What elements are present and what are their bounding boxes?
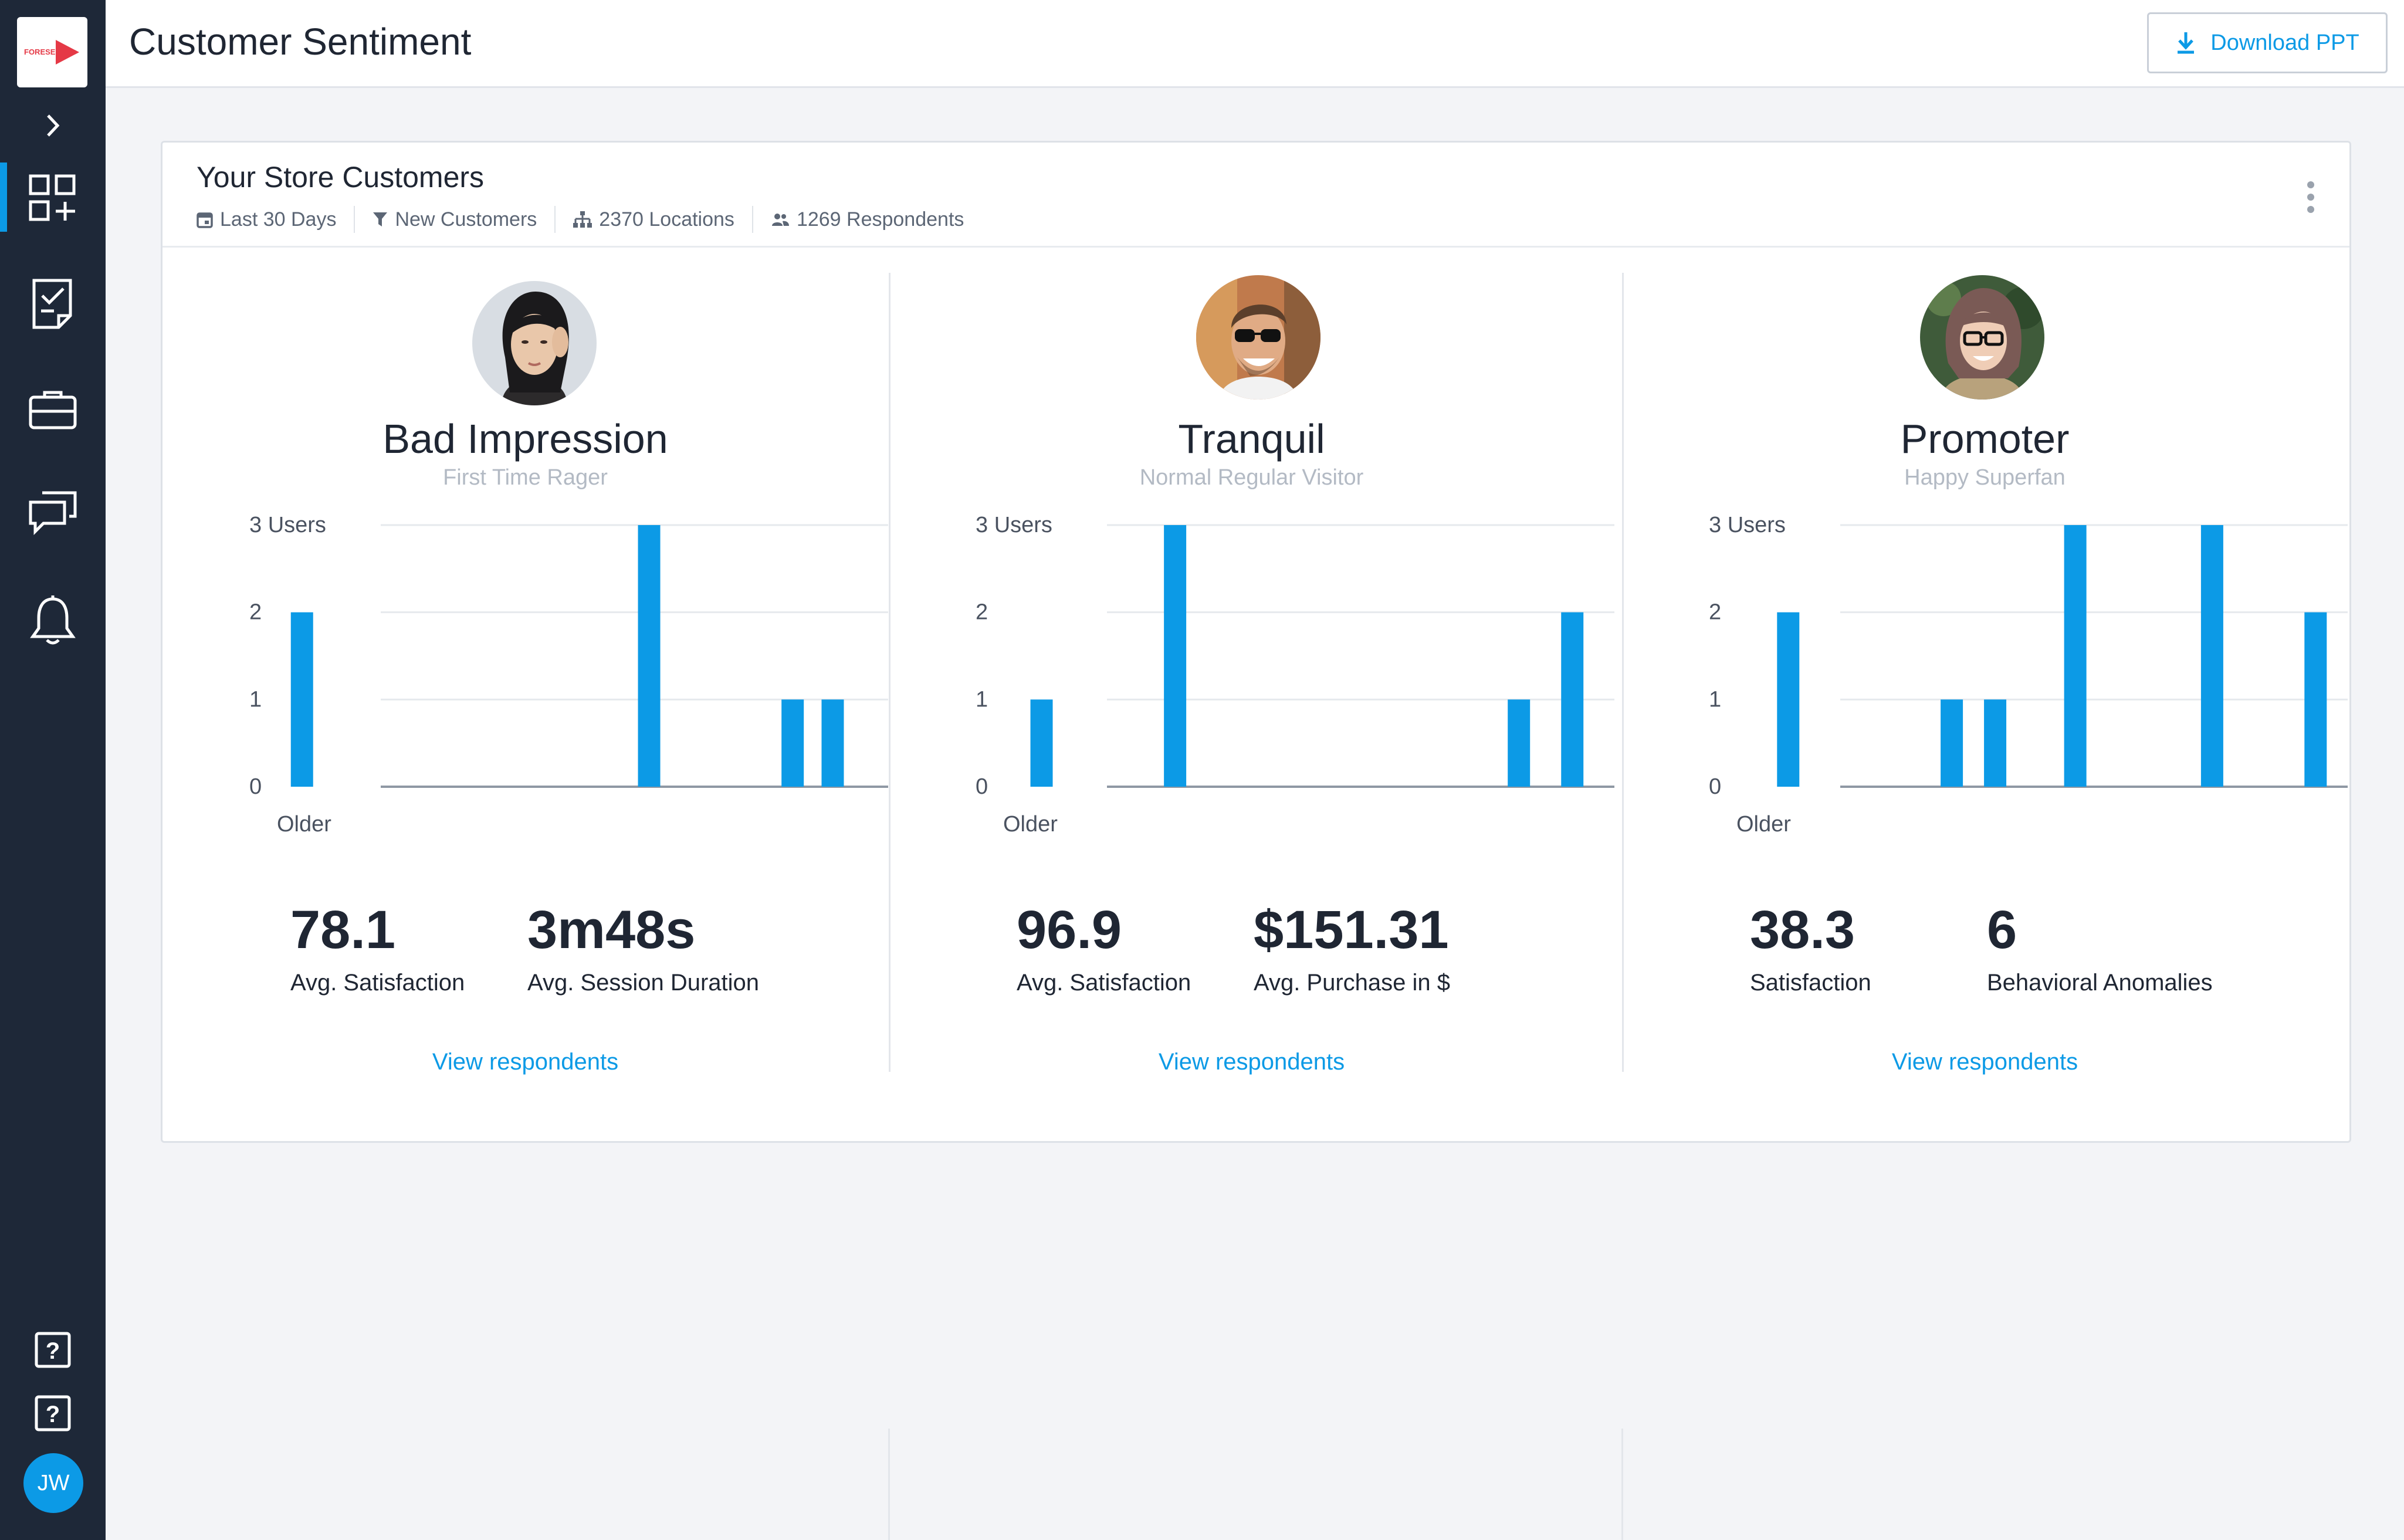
x-start-label: Older [1736, 812, 1791, 837]
y-tick-label: 2 [1709, 600, 1721, 625]
x-start-label: Older [277, 812, 331, 837]
metric-value: $151.31 [1254, 900, 1449, 960]
logo-text: FORESEE [24, 48, 60, 56]
metric-value: 78.1 [290, 900, 396, 960]
activity-chart: 0123 UsersOlderNow [976, 513, 1614, 837]
survey-icon [32, 279, 72, 329]
nav-conversations[interactable] [0, 485, 106, 541]
persona-photo [1196, 275, 1320, 400]
chart-bar [2200, 525, 2223, 787]
chat-icon [29, 491, 77, 535]
user-avatar[interactable]: JW [23, 1453, 83, 1513]
y-tick-label: 0 [249, 774, 262, 799]
svg-text:?: ? [46, 1402, 60, 1427]
metric-value: 3m48s [527, 900, 696, 960]
activity-chart: 0123 UsersOlderNow [1709, 513, 2348, 837]
metric-value: 6 [1987, 900, 2017, 960]
page-title: Customer Sentiment [129, 21, 472, 63]
help-icon: ? [35, 1332, 71, 1368]
nav-dashboards[interactable] [0, 170, 106, 226]
chart-bar [2304, 612, 2327, 787]
y-tick-label: 1 [249, 687, 262, 712]
y-tick-label: 1 [976, 687, 988, 712]
metric-value: 38.3 [1750, 900, 1856, 960]
metric-value: 96.9 [1017, 900, 1122, 960]
metric-label: Behavioral Anomalies [1987, 970, 2213, 996]
logo-mark-icon: FORESEE [24, 40, 79, 65]
bell-icon [30, 595, 76, 645]
chart-bar [1984, 699, 2007, 787]
y-tick-label: 2 [976, 600, 988, 625]
help-button-2[interactable]: ? [0, 1393, 106, 1434]
nav-projects[interactable] [0, 381, 106, 438]
foresee-logo[interactable]: FORESEE [17, 17, 87, 87]
column-divider-trace [888, 1429, 890, 1540]
persona-subtitle: Happy Superfan [1904, 465, 2066, 490]
chart-bar [1777, 612, 1800, 787]
download-icon [2178, 32, 2195, 54]
chart-bar [1941, 699, 1963, 787]
help-icon: ? [35, 1395, 71, 1431]
download-ppt-button[interactable]: Download PPT [2147, 12, 2388, 73]
chart-bar [1508, 699, 1531, 787]
metric-label: Avg. Session Duration [527, 970, 760, 996]
chart-bar [1030, 699, 1053, 787]
column-divider-trace [1621, 1429, 1623, 1540]
view-respondents-link[interactable]: View respondents [889, 1049, 1614, 1075]
persona-tranquil: Tranquil Normal Regular Visitor 0 1 2 3 Use… [889, 143, 1614, 1145]
view-respondents-link[interactable]: View respondents [162, 1049, 888, 1075]
activity-chart: 0123 UsersOlderNow [249, 513, 888, 837]
help-button-1[interactable]: ? [0, 1329, 106, 1370]
sidebar: FORESEE ? ? JW [0, 0, 106, 1540]
chart-bar [290, 612, 313, 787]
persona-bad-impression: Bad Impression First Time Rager 0 1 2 3 Use… [162, 143, 888, 1145]
persona-photo [1920, 275, 2044, 400]
metric-label: Satisfaction [1750, 970, 1871, 996]
metric-label: Avg. Satisfaction [290, 970, 465, 996]
store-customers-card: Your Store Customers Last 30 Days New Cu… [161, 141, 2351, 1143]
metric-label: Avg. Purchase in $ [1254, 970, 1451, 996]
y-tick-label: 1 [1709, 687, 1721, 712]
persona-name: Bad Impression [382, 416, 668, 462]
y-tick-label: 0 [976, 774, 988, 799]
persona-subtitle: First Time Rager [443, 465, 608, 490]
x-start-label: Older [1003, 812, 1058, 837]
chart-bar [1164, 525, 1187, 787]
chevron-right-icon [47, 114, 60, 137]
nav-alerts[interactable] [0, 591, 106, 650]
download-ppt-label: Download PPT [2210, 30, 2359, 55]
y-tick-label: 2 [249, 600, 262, 625]
chart-bar [1561, 612, 1584, 787]
chart-bar [2064, 525, 2087, 787]
metric-label: Avg. Satisfaction [1017, 970, 1191, 996]
nav-surveys[interactable] [0, 276, 106, 332]
y-tick-label: 0 [1709, 774, 1721, 799]
y-tick-label: 3 Users [1709, 513, 1786, 537]
persona-promoter: Promoter Happy Superfan 0123 UsersOlderN… [1622, 143, 2348, 1145]
briefcase-icon [29, 391, 77, 429]
persona-subtitle: Normal Regular Visitor [1139, 465, 1364, 490]
persona-photo [472, 281, 597, 405]
svg-text:?: ? [46, 1338, 60, 1364]
persona-name: Promoter [1900, 416, 2070, 462]
chart-bar [638, 525, 661, 787]
chart-bar [821, 699, 844, 787]
expand-sidebar-button[interactable] [0, 108, 106, 143]
y-tick-label: 3 Users [976, 513, 1052, 537]
view-respondents-link[interactable]: View respondents [1622, 1049, 2348, 1075]
dashboard-add-icon [29, 174, 76, 221]
y-tick-label: 3 Users [249, 513, 326, 537]
chart-bar [781, 699, 804, 787]
persona-name: Tranquil [1178, 416, 1325, 462]
page-header: Customer Sentiment Download PPT [106, 0, 2404, 88]
